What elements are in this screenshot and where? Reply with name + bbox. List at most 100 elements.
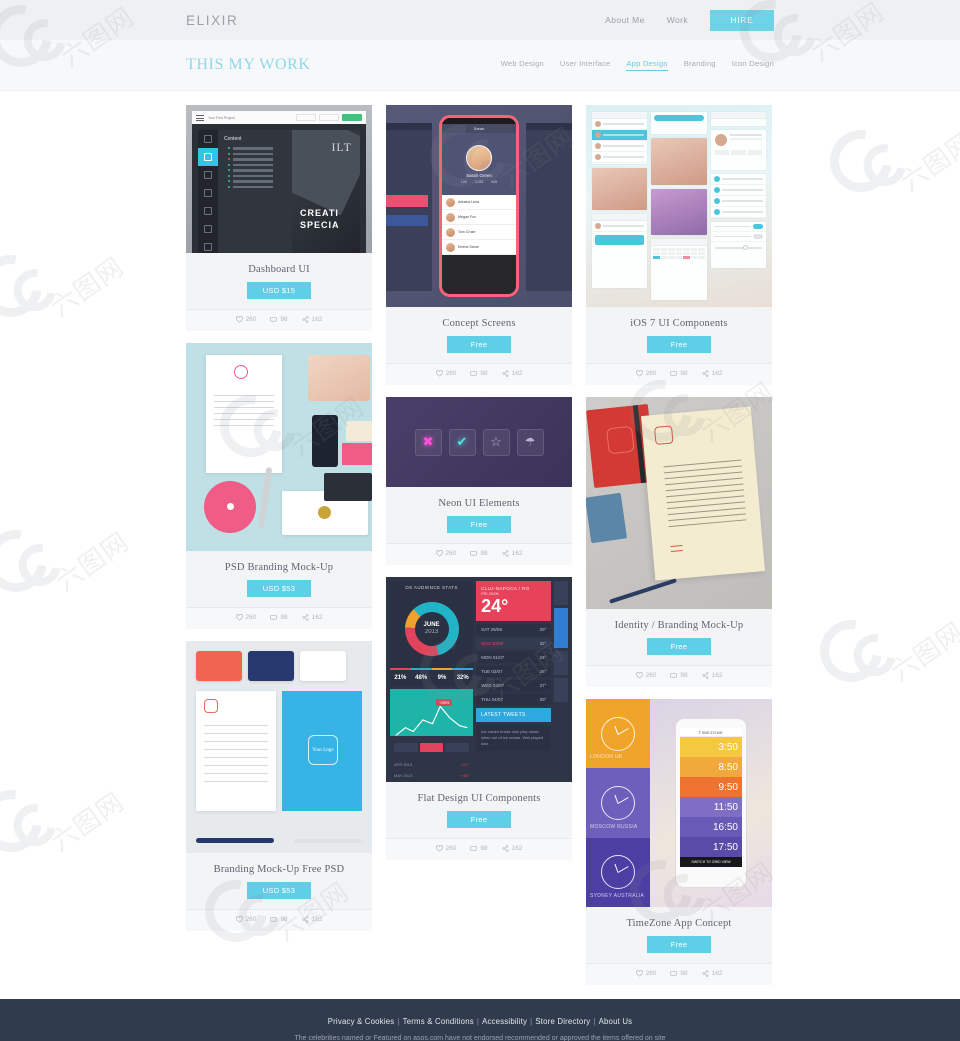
card-stats: 260 98 162	[586, 963, 772, 985]
stat-shares[interactable]: 162	[302, 614, 323, 621]
card-price-button[interactable]: Free	[647, 638, 711, 655]
heart-icon	[635, 970, 643, 977]
comment-icon	[470, 370, 478, 376]
stat-comments[interactable]: 98	[470, 550, 488, 557]
stat-shares[interactable]: 162	[302, 916, 322, 923]
neon-user-icon: ☂	[524, 435, 536, 449]
card-title: Neon UI Elements	[438, 498, 520, 509]
stat-comments-value: 98	[280, 614, 288, 621]
stat-shares[interactable]: 162	[502, 550, 522, 557]
stat-comments[interactable]: 98	[270, 316, 288, 323]
portfolio-card[interactable]: iOS 7 UI Components Free 260 98 162	[586, 105, 772, 385]
stat-comments[interactable]: 98	[670, 370, 688, 377]
stat-comments[interactable]: 98	[470, 370, 488, 377]
card-price-button[interactable]: Free	[647, 936, 711, 953]
filter-web-design[interactable]: Web Design	[501, 59, 544, 71]
stat-likes[interactable]: 260	[235, 316, 257, 323]
card-price-button[interactable]: Free	[647, 336, 711, 353]
stat-comments[interactable]: 98	[470, 845, 488, 852]
card-price-button[interactable]: Free	[447, 336, 511, 353]
stat-shares[interactable]: 162	[302, 316, 322, 323]
heart-icon	[435, 550, 443, 557]
card-stats: 260 98 162	[386, 363, 572, 385]
stat-likes[interactable]: 260	[235, 614, 257, 621]
tz-time-1: 8:50	[718, 761, 738, 773]
tz-time-4: 16:50	[712, 821, 738, 833]
stat-shares[interactable]: 162	[502, 845, 522, 852]
thumb-contact-3: Emma Stone	[458, 245, 479, 249]
neon-close-icon: ✖	[422, 434, 434, 449]
tz-time-5: 17:50	[712, 841, 738, 853]
stat-likes[interactable]: 260	[635, 370, 656, 377]
flat-temperature: 24°	[481, 596, 509, 616]
heart-icon	[235, 614, 243, 621]
stat-shares-value: 162	[711, 672, 723, 679]
stat-likes[interactable]: 260	[435, 845, 456, 852]
work-filter-bar: THIS MY WORK Web Design User Interface A…	[0, 40, 960, 91]
portfolio-card[interactable]: Sarah Sarah Green 128 3,283 605 Adriana Li…	[386, 105, 572, 385]
stat-comments[interactable]: 98	[270, 916, 288, 923]
stat-likes-value: 260	[245, 614, 257, 621]
stat-shares[interactable]: 162	[502, 370, 522, 377]
heart-icon	[635, 672, 643, 679]
line-chart-icon	[395, 705, 468, 736]
stat-likes[interactable]: 260	[235, 916, 256, 923]
stat-comments[interactable]: 98	[670, 970, 688, 977]
filter-branding[interactable]: Branding	[684, 59, 716, 71]
portfolio-card[interactable]: ✖ ✔ ☆ ☂ Neon UI Elements Free 260 98 162	[386, 397, 572, 565]
thumbnail-concept-screens: Sarah Sarah Green 128 3,283 605 Adriana Li…	[386, 105, 572, 307]
hire-button[interactable]: HIRE	[710, 9, 774, 31]
thumb-project-label: Your First Project	[208, 115, 235, 120]
stat-likes-value: 260	[445, 370, 457, 377]
stat-comments-value: 98	[680, 970, 688, 977]
card-stats: 260 98 162	[186, 309, 372, 331]
thumb-contact-2: Tom Cruse	[458, 230, 476, 234]
nav-item-about-me[interactable]: About Me	[605, 15, 645, 25]
portfolio-card[interactable]: OS AUDIENCE STATS JUNE 2013 21% 48% 9% 32…	[386, 577, 572, 860]
footer-link-terms[interactable]: Terms & Conditions	[403, 1017, 474, 1026]
footer-link-accessibility[interactable]: Accessibility	[482, 1017, 527, 1026]
thumb-hero-line2: SPECIA	[300, 220, 340, 230]
thumb-contact-0: Adriana Lima	[458, 200, 480, 204]
stat-likes[interactable]: 260	[635, 970, 656, 977]
footer-link-privacy[interactable]: Privacy & Cookies	[328, 1017, 395, 1026]
nav-item-work[interactable]: Work	[667, 15, 688, 25]
stat-likes[interactable]: 260	[635, 672, 656, 679]
heart-icon	[435, 845, 443, 852]
stat-shares[interactable]: 162	[702, 370, 722, 377]
footer-link-store-directory[interactable]: Store Directory	[535, 1017, 590, 1026]
card-price-button[interactable]: USD $53	[247, 580, 311, 597]
card-title: Dashboard UI	[248, 264, 310, 275]
card-title: iOS 7 UI Components	[630, 318, 728, 329]
stat-comments[interactable]: 98	[270, 614, 288, 621]
stat-likes-value: 260	[245, 316, 257, 323]
portfolio-card[interactable]: Your First Project Content ILT CREATI SP…	[186, 105, 372, 331]
filter-icon-design[interactable]: Icon Design	[732, 59, 774, 71]
stat-comments-value: 98	[480, 370, 488, 377]
heart-icon	[435, 370, 443, 377]
card-stats: 260 98 162	[586, 363, 772, 385]
filter-app-design[interactable]: App Design	[626, 59, 668, 71]
filter-user-interface[interactable]: User Interface	[560, 59, 611, 71]
share-icon	[502, 370, 509, 377]
thumbnail-identity-branding-mockup	[586, 397, 772, 609]
stat-shares[interactable]: 162	[702, 672, 723, 679]
stat-shares[interactable]: 162	[702, 970, 722, 977]
card-price-button[interactable]: Free	[447, 516, 511, 533]
stat-shares-value: 162	[311, 614, 323, 621]
tz-time-2: 9:50	[718, 781, 738, 793]
share-icon	[702, 970, 709, 977]
portfolio-card[interactable]: LONDON UK MOSCOW RUSSIA SYDNEY AUSTRALIA…	[586, 699, 772, 985]
card-price-button[interactable]: USD $53	[247, 882, 311, 899]
card-price-button[interactable]: Free	[447, 811, 511, 828]
footer-link-about-us[interactable]: About Us	[599, 1017, 633, 1026]
stat-likes[interactable]: 260	[435, 370, 457, 377]
portfolio-card[interactable]: PSD Branding Mock-Up USD $53 260 98 162	[186, 343, 372, 629]
portfolio-card[interactable]: Identity / Branding Mock-Up Free 260 98 …	[586, 397, 772, 687]
site-logo[interactable]: ELIXIR	[186, 13, 238, 28]
stat-comments[interactable]: 98	[670, 672, 688, 679]
portfolio-card[interactable]: Your Logo Branding Mock-Up Free PSD USD …	[186, 641, 372, 931]
stat-likes[interactable]: 260	[435, 550, 456, 557]
flat-month: JUNE	[423, 622, 440, 628]
card-price-button[interactable]: USD $15	[247, 282, 311, 299]
